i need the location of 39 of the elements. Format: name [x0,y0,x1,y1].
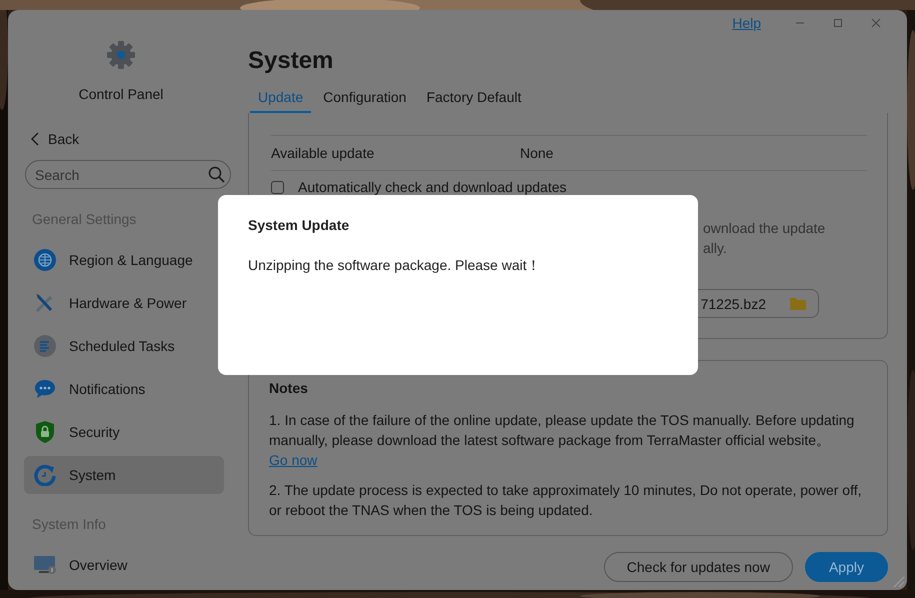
settings-icon [106,40,136,70]
dialog-message: Unzipping the software package. Please wait！ [248,257,541,275]
sidebar-item[interactable]: System [24,456,224,494]
list-icon [34,335,56,357]
checkbox[interactable] [271,180,284,194]
sync-icon [34,464,56,486]
check-updates-button[interactable]: Check for updates now [604,552,793,582]
page-title: System [248,47,334,75]
hint-text: ownload the update [703,219,826,238]
chevron-left-icon [30,132,40,146]
hint-text: ally. [703,239,727,258]
sidebar-item[interactable]: Region & Language [24,241,224,279]
field-label: Available update [271,145,376,161]
sidebar-item[interactable]: Security [24,413,224,451]
notes-heading: Notes [269,379,308,398]
sidebar-item[interactable]: Hardware & Power [24,284,224,322]
note-text: 1. In case of the failure of the online update, please update the TOS manually. Before updating manually, please download the latest software package from TerraMaster official website。 Go now [269,411,856,470]
shield-icon [34,420,56,444]
search-icon [208,166,225,183]
back-link[interactable]: Back [30,131,80,147]
field-value: None [520,145,554,161]
dialog-title: System Update [248,217,350,233]
close-icon[interactable] [871,18,881,28]
resize-grip-icon[interactable] [891,574,905,588]
app-title: Control Panel [78,86,164,102]
tab[interactable]: Configuration [315,87,414,113]
search-field[interactable]: Search [25,160,231,189]
monitor-icon [33,554,57,576]
sidebar-item[interactable]: Notifications [24,370,224,408]
apply-button[interactable]: Apply [804,552,888,582]
sidebar-item[interactable]: Overview [24,546,224,584]
sidebar-item[interactable]: Scheduled Tasks [24,327,224,365]
tab[interactable]: Factory Default [418,87,530,113]
chat-icon [34,378,56,400]
checkbox-label: Automatically check and download updates [298,179,567,195]
maximize-icon[interactable] [833,18,843,28]
folder-icon [790,297,806,310]
note-text: 2. The update process is expected to take approximately 10 minutes, Do not operate, power off, or reboot the TNAS when the TOS is being updated. [269,481,862,520]
globe-icon [34,249,56,271]
